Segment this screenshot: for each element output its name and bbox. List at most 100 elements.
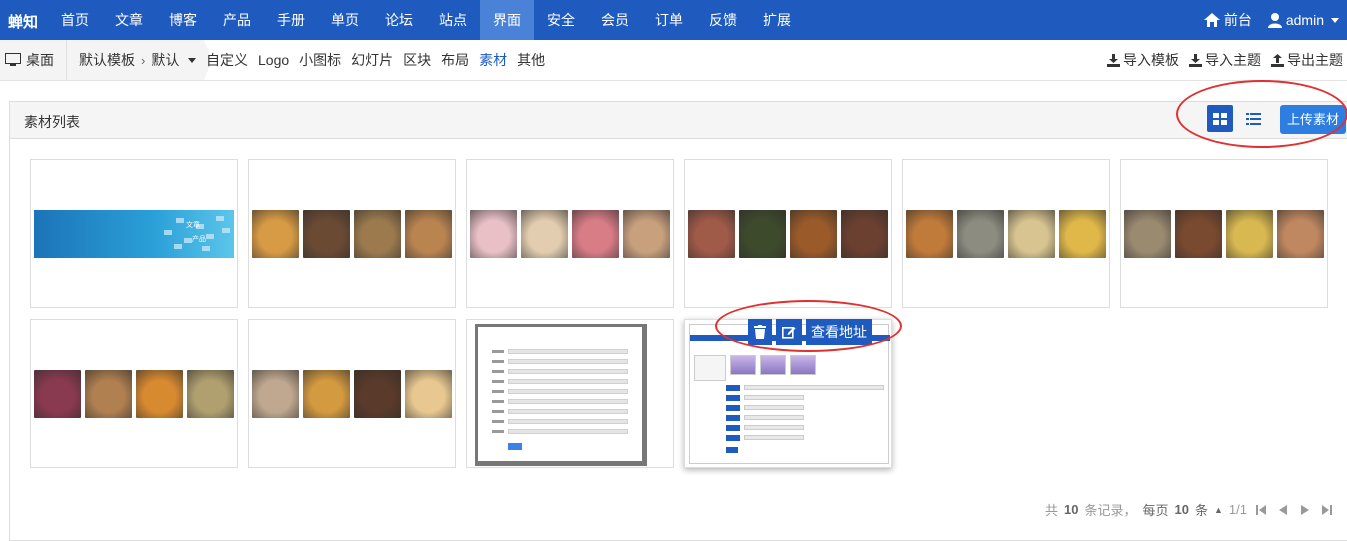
desktop-icon bbox=[5, 53, 21, 66]
subnav-item[interactable]: 其他 bbox=[517, 50, 545, 70]
top-navbar: 蝉知 首页 文章 博客 产品 手册 单页 论坛 站点 界面 安全 会员 订单 反馈 扩展 前台 admin bbox=[0, 0, 1347, 40]
next-page-icon[interactable] bbox=[1297, 502, 1313, 518]
user-name: admin bbox=[1285, 12, 1324, 28]
nav-item[interactable]: 订单 bbox=[642, 0, 696, 40]
material-tile[interactable] bbox=[1120, 159, 1328, 308]
material-tile[interactable] bbox=[684, 159, 892, 308]
import-template-label: 导入模板 bbox=[1123, 52, 1179, 68]
export-theme-label: 导出主题 bbox=[1287, 52, 1343, 68]
chevron-right-icon: › bbox=[141, 52, 146, 68]
front-link[interactable]: 前台 bbox=[1203, 10, 1252, 30]
banner-image: 文章产品 bbox=[34, 210, 234, 258]
nav-item[interactable]: 界面 bbox=[480, 0, 534, 40]
material-tile[interactable] bbox=[466, 159, 674, 308]
breadcrumb-desktop-label: 桌面 bbox=[26, 52, 54, 68]
home-icon bbox=[1203, 13, 1220, 27]
delete-button[interactable] bbox=[748, 319, 772, 345]
view-address-button[interactable]: 查看地址 bbox=[806, 319, 872, 345]
upload-icon bbox=[1271, 53, 1284, 67]
nav-item[interactable]: 站点 bbox=[426, 0, 480, 40]
subnav-item[interactable]: 小图标 bbox=[299, 50, 341, 70]
nav-item[interactable]: 首页 bbox=[48, 0, 102, 40]
theme-subnav: 自定义 Logo 小图标 幻灯片 区块 布局 素材 其他 bbox=[206, 40, 545, 80]
nav-item[interactable]: 反馈 bbox=[696, 0, 750, 40]
material-tile[interactable] bbox=[466, 319, 674, 468]
breadcrumb: 桌面 默认模板 › 默认 bbox=[0, 40, 213, 80]
photo-strip-image bbox=[252, 370, 452, 418]
breadcrumb-template-label: 默认模板 bbox=[79, 52, 135, 68]
material-tile[interactable]: 文章产品 bbox=[30, 159, 238, 308]
pager-total-post: 条记录， bbox=[1084, 503, 1137, 518]
subnav-item[interactable]: 自定义 bbox=[206, 50, 248, 70]
subnav-item[interactable]: 布局 bbox=[441, 50, 469, 70]
nav-item[interactable]: 扩展 bbox=[750, 0, 804, 40]
breadcrumb-theme-label: 默认 bbox=[151, 52, 180, 68]
material-tile[interactable] bbox=[248, 159, 456, 308]
grid-view-button[interactable] bbox=[1207, 105, 1233, 132]
list-icon bbox=[1245, 112, 1261, 125]
nav-item[interactable]: 文章 bbox=[102, 0, 156, 40]
subnav-item[interactable]: Logo bbox=[258, 52, 289, 68]
nav-item[interactable]: 安全 bbox=[534, 0, 588, 40]
main-nav: 首页 文章 博客 产品 手册 单页 论坛 站点 界面 安全 会员 订单 反馈 扩展 bbox=[48, 0, 804, 40]
first-page-icon[interactable] bbox=[1253, 502, 1269, 518]
upload-material-button[interactable]: 上传素材 bbox=[1280, 105, 1346, 134]
caret-up-icon[interactable]: ▲ bbox=[1214, 505, 1223, 515]
material-tile[interactable] bbox=[30, 319, 238, 468]
user-icon bbox=[1267, 12, 1282, 28]
trash-icon bbox=[754, 325, 766, 339]
theme-actions: 导入模板 导入主题 导出主题 bbox=[1107, 40, 1343, 80]
tile-hover-actions: 查看地址 bbox=[748, 319, 872, 345]
photo-strip-image bbox=[688, 210, 888, 258]
nav-item[interactable]: 手册 bbox=[264, 0, 318, 40]
banner-word: 产品 bbox=[192, 236, 206, 243]
pager-per-page[interactable]: 10 bbox=[1175, 502, 1189, 517]
subnav-item[interactable]: 幻灯片 bbox=[351, 50, 393, 70]
photo-strip-image bbox=[906, 210, 1106, 258]
panel-header: 素材列表 上传素材 bbox=[10, 102, 1347, 139]
photo-strip-image bbox=[34, 370, 234, 418]
nav-item[interactable]: 会员 bbox=[588, 0, 642, 40]
pager-per-post: 条 bbox=[1194, 503, 1208, 518]
photo-strip-image bbox=[470, 210, 670, 258]
breadcrumb-desktop[interactable]: 桌面 bbox=[0, 40, 67, 80]
edit-icon bbox=[782, 326, 796, 339]
pager-per-pre: 每页 bbox=[1142, 503, 1169, 518]
brand-logo[interactable]: 蝉知 bbox=[8, 11, 38, 32]
export-theme-button[interactable]: 导出主题 bbox=[1271, 50, 1343, 70]
pager-total-pre: 共 bbox=[1045, 503, 1059, 518]
user-menu[interactable]: admin bbox=[1267, 12, 1339, 28]
nav-item[interactable]: 论坛 bbox=[372, 0, 426, 40]
photo-strip-image bbox=[1124, 210, 1324, 258]
pagination: 共 10 条记录， 每页 10 条 ▲ 1/1 bbox=[1045, 500, 1335, 519]
import-template-button[interactable]: 导入模板 bbox=[1107, 50, 1179, 70]
prev-page-icon[interactable] bbox=[1275, 502, 1291, 518]
chevron-down-icon bbox=[188, 57, 197, 63]
subnav-item[interactable]: 素材 bbox=[479, 50, 507, 70]
material-tile[interactable] bbox=[902, 159, 1110, 308]
material-tile[interactable] bbox=[248, 319, 456, 468]
download-icon bbox=[1107, 53, 1120, 67]
nav-item[interactable]: 单页 bbox=[318, 0, 372, 40]
photo-strip-image bbox=[252, 210, 452, 258]
edit-button[interactable] bbox=[776, 319, 802, 345]
chevron-down-icon bbox=[1331, 17, 1339, 23]
nav-item[interactable]: 博客 bbox=[156, 0, 210, 40]
grid-icon bbox=[1213, 112, 1227, 125]
nav-item[interactable]: 产品 bbox=[210, 0, 264, 40]
pager-page: 1/1 bbox=[1228, 502, 1247, 517]
download-icon bbox=[1189, 53, 1202, 67]
front-label: 前台 bbox=[1223, 12, 1252, 28]
last-page-icon[interactable] bbox=[1319, 502, 1335, 518]
breadcrumb-template[interactable]: 默认模板 › 默认 bbox=[67, 40, 205, 80]
list-view-button[interactable] bbox=[1240, 105, 1266, 132]
subnav-item[interactable]: 区块 bbox=[403, 50, 431, 70]
sub-toolbar: 桌面 默认模板 › 默认 自定义 Logo 小图标 幻灯片 区块 布局 素材 其他 导入模板 … bbox=[0, 40, 1347, 81]
import-theme-button[interactable]: 导入主题 bbox=[1189, 50, 1261, 70]
form-screenshot-image bbox=[475, 324, 647, 466]
settings-screenshot-image bbox=[689, 324, 890, 464]
pager-total: 10 bbox=[1064, 502, 1079, 517]
banner-word: 文章 bbox=[186, 222, 200, 229]
import-theme-label: 导入主题 bbox=[1205, 52, 1261, 68]
top-right-menu: 前台 admin bbox=[1203, 0, 1339, 40]
